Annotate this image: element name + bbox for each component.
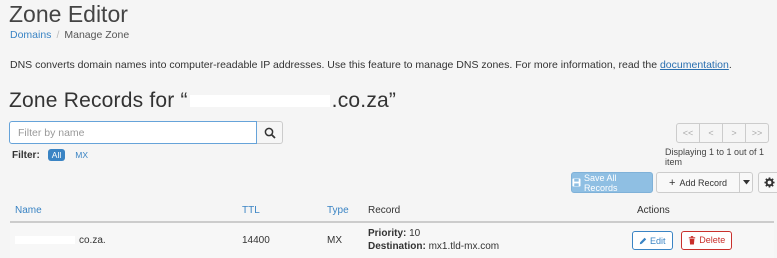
first-page-button[interactable]: << [676,123,700,143]
column-header-record: Record [363,199,632,223]
add-record-button[interactable]: + Add Record [656,172,740,193]
gear-icon [764,177,775,188]
filter-by-name-input[interactable] [9,121,258,144]
delete-label: Delete [699,235,726,245]
filter-search-group [9,121,283,144]
last-page-button[interactable]: >> [745,123,769,143]
zone-editor-page: Zone Editor Domains / Manage Zone DNS conv… [0,0,777,258]
save-all-records-button[interactable]: Save All Records [571,172,653,193]
pagination-summary: Displaying 1 to 1 out of 1 item [665,147,765,167]
add-record-dropdown-toggle[interactable] [739,172,753,193]
filter-mx-chip[interactable]: MX [71,149,92,161]
edit-record-button[interactable]: Edit [632,231,673,250]
page-description: DNS converts domain names into computer-… [10,59,732,71]
type-filter: Filter: All MX [12,149,92,161]
previous-page-button[interactable]: < [699,123,723,143]
redacted-name [15,236,75,245]
settings-dropdown-button[interactable] [758,172,777,193]
record-details: Priority: 10 Destination: mx1.tld-mx.com [363,222,632,258]
record-priority: Priority: 10 [368,227,632,240]
record-destination: Destination: mx1.tld-mx.com [368,240,632,253]
column-header-type[interactable]: Type [322,199,363,223]
records-toolbar: Save All Records + Add Record [571,172,777,193]
caret-down-icon [742,180,750,185]
record-name-suffix: co.za. [79,234,106,246]
column-header-name[interactable]: Name [10,199,237,223]
zone-records-table: Name TTL Type Record Actions co.za. 1440… [10,199,774,258]
filter-label: Filter: [12,149,40,161]
plus-icon: + [669,176,676,189]
add-record-label: Add Record [679,177,727,188]
pagination: << < > >> [676,123,769,143]
breadcrumb-separator: / [56,29,60,41]
edit-label: Edit [650,235,666,246]
record-type: MX [322,222,363,258]
table-row: co.za. 14400 MX Priority: 10 Destination… [10,222,774,258]
save-all-records-label: Save All Records [583,172,618,193]
description-suffix: . [728,59,732,71]
column-header-ttl[interactable]: TTL [237,199,322,223]
breadcrumb-domains-link[interactable]: Domains [10,29,51,41]
breadcrumb-current: Manage Zone [64,29,130,41]
search-button[interactable] [257,121,283,144]
priority-value: 10 [409,228,421,240]
breadcrumb: Domains / Manage Zone [10,29,129,41]
destination-value: mx1.tld-mx.com [428,241,500,253]
next-page-button[interactable]: > [722,123,746,143]
column-header-actions: Actions [632,199,774,223]
page-title: Zone Editor [9,1,128,27]
zone-records-heading: Zone Records for “ .co.za” [9,89,396,113]
priority-label: Priority: [368,228,407,240]
description-text: DNS converts domain names into computer-… [10,59,660,71]
floppy-icon [572,178,581,187]
delete-record-button[interactable]: Delete [681,230,733,250]
record-ttl: 14400 [237,222,322,258]
redacted-domain [189,95,330,108]
table-header-row: Name TTL Type Record Actions [10,199,774,223]
destination-label: Destination: [368,241,426,253]
pencil-icon [639,237,647,244]
record-name-cell: co.za. [10,222,237,258]
zone-heading-prefix: Zone Records for “ [9,89,188,112]
search-icon [264,127,276,139]
documentation-link[interactable]: documentation [660,59,729,71]
record-actions: Edit Delete [632,222,774,258]
zone-heading-suffix: .co.za” [331,89,397,112]
filter-all-chip[interactable]: All [47,149,66,161]
trash-icon [689,235,696,244]
